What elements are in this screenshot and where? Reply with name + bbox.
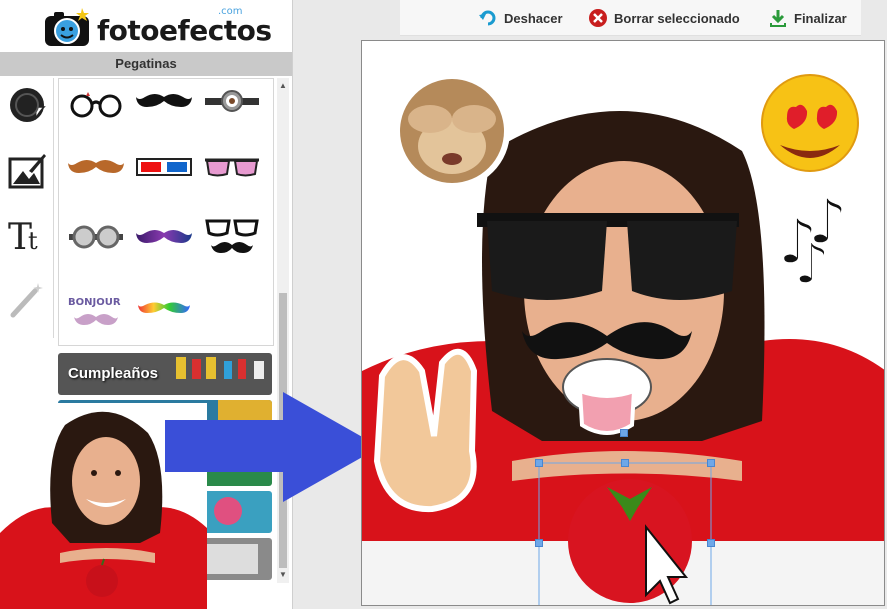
sticker-mustache-black[interactable]: [133, 85, 195, 117]
sticker-steampunk-goggles[interactable]: [65, 221, 127, 253]
delete-label: Borrar seleccionado: [614, 10, 740, 26]
bonjour-sticker-icon: BONJOUR: [68, 297, 121, 325]
scroll-up-arrow-icon[interactable]: ▲: [277, 80, 289, 92]
scroll-down-arrow-icon[interactable]: ▼: [277, 569, 289, 581]
mustache-icon: [136, 94, 192, 107]
undo-icon: [478, 8, 498, 28]
backgrounds-tool[interactable]: [6, 150, 48, 192]
resize-handle-top-right[interactable]: [707, 459, 715, 467]
top-toolbar: Deshacer Borrar seleccionado Finalizar: [400, 0, 861, 36]
sticker-rainbow-mustache[interactable]: [133, 291, 195, 323]
mustache-icon: [68, 160, 124, 173]
edited-photo: ♪ ♪ ♪: [362, 41, 884, 605]
paint-image-icon: [8, 154, 46, 189]
tool-column: T t: [0, 78, 54, 338]
brand-domain: .com: [218, 6, 243, 17]
monkey-sticker[interactable]: [394, 73, 510, 189]
sidebar-scrollbar[interactable]: ▲ ▼: [277, 78, 289, 583]
sticker-minion-goggles[interactable]: [201, 85, 263, 117]
download-icon: [768, 8, 788, 28]
goggles-icon: [69, 225, 123, 249]
heart-eyes-sticker[interactable]: [761, 74, 859, 172]
sticker-bonjour[interactable]: BONJOUR: [65, 289, 127, 329]
effects-tool[interactable]: [6, 278, 48, 320]
text-tool[interactable]: T t: [6, 214, 48, 256]
brand-name: fotoefectos: [97, 14, 272, 47]
mustache-icon: [138, 302, 190, 313]
svg-text:t: t: [28, 227, 38, 255]
sticker-pink-glasses[interactable]: [201, 151, 263, 183]
finish-button[interactable]: Finalizar: [768, 7, 847, 29]
section-title: Pegatinas: [0, 52, 292, 76]
delete-icon: [588, 8, 608, 28]
round-glasses-icon: [70, 92, 122, 118]
stickers-tool[interactable]: [6, 84, 48, 126]
sticker-grid: BONJOUR: [58, 78, 274, 346]
category-cumpleanos[interactable]: Cumpleaños: [58, 353, 272, 395]
sticker-icon: [10, 88, 46, 122]
camera-logo-icon: [45, 8, 89, 46]
sticker-glasses-round[interactable]: [65, 87, 127, 119]
delete-selected-button[interactable]: Borrar seleccionado: [588, 7, 740, 29]
peace-hand-sticker[interactable]: [373, 348, 478, 513]
3d-glasses-icon: [136, 158, 192, 176]
sticker-glasses-mustache[interactable]: [201, 217, 263, 257]
mustache-icon: [136, 230, 192, 243]
text-icon: T t: [8, 217, 38, 255]
rotate-handle[interactable]: [620, 429, 628, 437]
goggles-icon: [205, 90, 259, 112]
sticker-mustache-brown[interactable]: [65, 151, 127, 183]
undo-label: Deshacer: [504, 10, 563, 26]
glasses-mustache-icon: [205, 219, 259, 253]
logo[interactable]: fotoefectos .com: [42, 6, 272, 48]
category-label: Cumpleaños: [68, 365, 159, 382]
resize-handle-top[interactable]: [621, 459, 629, 467]
resize-handle-left[interactable]: [535, 539, 543, 547]
undo-button[interactable]: Deshacer: [478, 7, 563, 29]
sunglasses-icon: [205, 158, 259, 177]
tomato-sticker[interactable]: [568, 479, 692, 603]
sticker-3d-glasses[interactable]: [133, 151, 195, 183]
magic-wand-icon: [10, 283, 43, 318]
svg-text:♪: ♪: [794, 232, 830, 297]
resize-handle-top-left[interactable]: [535, 459, 543, 467]
finish-label: Finalizar: [794, 10, 847, 26]
editor-canvas[interactable]: ♪ ♪ ♪: [361, 40, 885, 606]
bonjour-label: BONJOUR: [68, 297, 121, 308]
sticker-galaxy-mustache[interactable]: [133, 221, 195, 253]
transform-arrow-icon: [165, 392, 380, 502]
resize-handle-right[interactable]: [707, 539, 715, 547]
